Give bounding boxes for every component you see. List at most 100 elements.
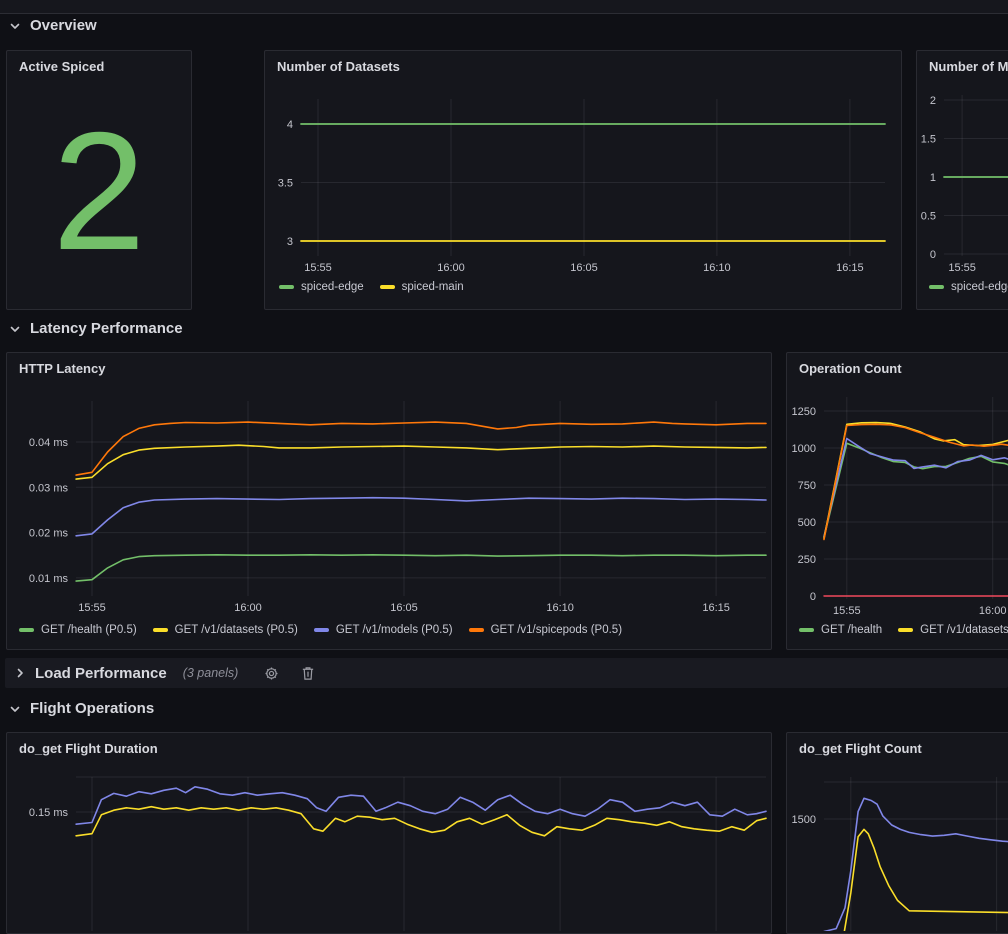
- x-tick-label: 16:15: [836, 262, 864, 274]
- x-tick-label: 15:55: [78, 602, 106, 614]
- top-bar: [0, 0, 1008, 14]
- legend-item[interactable]: spiced-edge: [279, 281, 364, 293]
- panel-number-of-models: Number of Models 00.511.5215:5516:00spic…: [916, 50, 1008, 310]
- legend-swatch: [929, 285, 944, 289]
- series-get-health: [824, 443, 1008, 537]
- x-tick-label: 16:10: [546, 602, 574, 614]
- chart-canvas[interactable]: 00.511.5215:5516:00: [917, 51, 1008, 307]
- panel-do-get-flight-duration: do_get Flight Duration 0.15 ms: [6, 732, 772, 934]
- y-tick-label: 0.01 ms: [29, 573, 69, 585]
- legend-label: GET /v1/spicepods (P0.5): [491, 624, 622, 636]
- x-tick-label: 15:55: [948, 262, 976, 274]
- legend-swatch: [799, 628, 814, 632]
- y-tick-label: 3: [287, 236, 293, 248]
- x-tick-label: 16:10: [703, 262, 731, 274]
- y-tick-label: 3.5: [278, 178, 293, 190]
- series-count-yellow: [824, 829, 1008, 931]
- legend-item[interactable]: spiced-edge: [929, 281, 1008, 293]
- legend-item[interactable]: GET /v1/models (P0.5): [314, 624, 453, 636]
- series-get-v1-models: [76, 498, 766, 536]
- x-tick-label: 16:05: [570, 262, 598, 274]
- legend-item[interactable]: GET /v1/datasets (P0.5): [153, 624, 298, 636]
- trash-icon[interactable]: [301, 666, 315, 681]
- panel-http-latency: HTTP Latency 0.01 ms 0.02 ms 0.03 ms 0.04 m…: [6, 352, 772, 650]
- series-get-v1-spicepods: [76, 422, 766, 475]
- legend-swatch: [279, 285, 294, 289]
- legend-swatch: [153, 628, 168, 632]
- row-header-latency-performance[interactable]: Latency Performance: [9, 320, 183, 337]
- panel-title[interactable]: do_get Flight Count: [799, 741, 922, 756]
- panel-title[interactable]: do_get Flight Duration: [19, 741, 158, 756]
- grafana-dashboard: { "colors":{"green":"#73BF69","yellow":"…: [0, 0, 1008, 849]
- series-get-v1-datasets: [824, 423, 1008, 539]
- y-tick-label: 500: [798, 517, 816, 529]
- legend-label: GET /v1/models (P0.5): [336, 624, 453, 636]
- y-tick-label: 0: [810, 591, 816, 603]
- legend-swatch: [898, 628, 913, 632]
- y-tick-label: 0: [930, 249, 936, 261]
- chart-legend: GET /health GET /v1/datasets: [799, 624, 1008, 636]
- legend-item[interactable]: GET /v1/spicepods (P0.5): [469, 624, 622, 636]
- legend-label: GET /v1/datasets (P0.5): [175, 624, 298, 636]
- y-tick-label: 4: [287, 119, 293, 131]
- panel-title[interactable]: Number of Datasets: [277, 59, 400, 74]
- chevron-down-icon: [9, 703, 21, 715]
- legend-label: spiced-edge: [301, 281, 364, 293]
- panel-active-spiced: Active Spiced 2: [6, 50, 192, 310]
- x-tick-label: 16:05: [390, 602, 418, 614]
- panel-title[interactable]: HTTP Latency: [19, 361, 105, 376]
- y-tick-label: 1250: [792, 406, 816, 418]
- panel-title[interactable]: Number of Models: [929, 59, 1008, 74]
- legend-swatch: [469, 628, 484, 632]
- chart-canvas[interactable]: 1500: [787, 733, 1008, 931]
- chevron-down-icon: [9, 323, 21, 335]
- series-duration-blue: [76, 787, 766, 824]
- row-title-latency-performance: Latency Performance: [30, 320, 183, 337]
- legend-label: GET /v1/datasets: [920, 624, 1008, 636]
- series-get-v1-datasets: [76, 445, 766, 479]
- y-tick-label: 750: [798, 480, 816, 492]
- chart-canvas[interactable]: 0.01 ms0.02 ms0.03 ms0.04 ms15:5516:0016…: [7, 353, 769, 647]
- y-tick-label: 0.03 ms: [29, 482, 69, 494]
- panel-operation-count: Operation Count 02505007501000125015:551…: [786, 352, 1008, 650]
- x-tick-label: 16:15: [702, 602, 730, 614]
- chart-legend: GET /health (P0.5) GET /v1/datasets (P0.5…: [19, 624, 622, 636]
- y-tick-label: 0.5: [921, 211, 936, 223]
- row-header-flight-operations[interactable]: Flight Operations: [9, 700, 154, 717]
- legend-label: spiced-main: [402, 281, 464, 293]
- y-tick-label: 2: [930, 95, 936, 107]
- chart-canvas[interactable]: 02505007501000125015:5516:00: [787, 353, 1008, 647]
- y-tick-label: 1.5: [921, 134, 936, 146]
- chevron-down-icon: [9, 20, 21, 32]
- x-tick-label: 15:55: [833, 605, 861, 617]
- legend-item[interactable]: GET /health (P0.5): [19, 624, 137, 636]
- row-header-load-performance[interactable]: Load Performance (3 panels): [5, 658, 1008, 688]
- y-tick-label: 1: [930, 172, 936, 184]
- y-tick-label: 250: [798, 554, 816, 566]
- legend-item[interactable]: spiced-main: [380, 281, 464, 293]
- row-title-overview: Overview: [30, 17, 97, 34]
- x-tick-label: 15:55: [304, 262, 332, 274]
- gear-icon[interactable]: [264, 666, 279, 681]
- chart-canvas[interactable]: 3 3.5 4 15:55 16:00 16:05 16:10 16:15: [265, 51, 899, 307]
- legend-item[interactable]: GET /health: [799, 624, 882, 636]
- panel-number-of-datasets: Number of Datasets 3 3.5 4 15:55 16:00 16:05 1…: [264, 50, 902, 310]
- legend-swatch: [380, 285, 395, 289]
- stat-wrap: 2: [7, 51, 191, 309]
- series-get-health: [76, 555, 766, 581]
- legend-item[interactable]: GET /v1/datasets: [898, 624, 1008, 636]
- x-tick-label: 16:00: [437, 262, 465, 274]
- y-tick-label: 1500: [792, 814, 816, 826]
- panel-title[interactable]: Active Spiced: [19, 59, 104, 74]
- legend-swatch: [314, 628, 329, 632]
- row-header-overview[interactable]: Overview: [9, 17, 97, 34]
- row-title-load-performance: Load Performance: [35, 665, 167, 682]
- legend-label: GET /health: [821, 624, 882, 636]
- chart-canvas[interactable]: 0.15 ms: [7, 733, 769, 931]
- x-tick-label: 16:00: [979, 605, 1007, 617]
- panel-title[interactable]: Operation Count: [799, 361, 902, 376]
- legend-swatch: [19, 628, 34, 632]
- y-tick-label: 0.02 ms: [29, 528, 69, 540]
- stat-value: 2: [52, 107, 145, 275]
- y-tick-label: 0.04 ms: [29, 437, 69, 449]
